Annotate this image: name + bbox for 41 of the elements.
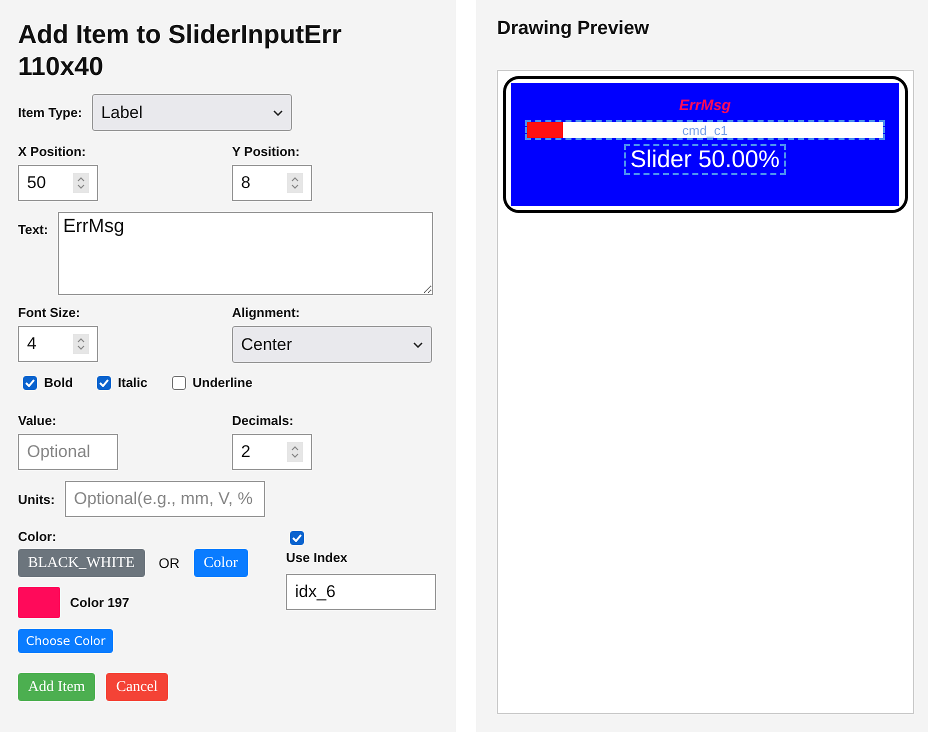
- checkbox-label: Bold: [44, 375, 73, 390]
- field-label: Value:: [18, 413, 56, 428]
- value-display: Slider 50.00%: [624, 144, 786, 175]
- or-text: OR: [158, 555, 180, 571]
- checkbox[interactable]: [172, 376, 186, 390]
- field-label: Decimals:: [232, 413, 294, 428]
- field-label: Alignment:: [232, 305, 300, 320]
- checkbox[interactable]: [96, 376, 111, 390]
- checkbox-label: Use Index: [286, 550, 348, 565]
- units-field[interactable]: Optional(e.g., mm, V, %: [64, 481, 265, 517]
- item-type-select[interactable]: Label: [92, 94, 292, 131]
- value-field[interactable]: Optional: [18, 434, 118, 470]
- text-field[interactable]: ErrMsg: [58, 212, 434, 295]
- field-label: Units:: [18, 492, 55, 506]
- spinner-icon[interactable]: [287, 173, 303, 193]
- color-name: Color 197: [70, 595, 130, 610]
- checkbox-label: Underline: [192, 375, 252, 390]
- color-button[interactable]: Color: [194, 549, 248, 577]
- chevron-down-icon: [273, 110, 284, 116]
- field-label: Item Type:: [18, 105, 82, 120]
- palette-button[interactable]: BLACK_WHITE: [18, 549, 145, 577]
- index-field[interactable]: idx_6: [286, 574, 436, 610]
- use-index-checkbox[interactable]: [290, 531, 304, 545]
- field-label: X Position:: [18, 144, 86, 159]
- field-label: Y Position:: [232, 144, 300, 159]
- spinner-icon[interactable]: [73, 334, 89, 354]
- chevron-down-icon: [413, 342, 423, 348]
- checkbox[interactable]: [23, 376, 37, 390]
- cancel-button[interactable]: Cancel: [106, 673, 168, 701]
- preview-title: Drawing Preview: [497, 18, 650, 40]
- field-label: Color:: [18, 529, 56, 544]
- spinner-icon[interactable]: [73, 173, 89, 193]
- slider-label: cmd_c1: [682, 122, 728, 138]
- spinner-icon[interactable]: [287, 442, 303, 462]
- screen-label: ErrMsg: [679, 97, 731, 114]
- field-label: Font Size:: [18, 305, 80, 320]
- form-title: Add Item to SliderInputErr 110x40: [18, 18, 343, 82]
- checkbox-label: Italic: [118, 375, 148, 390]
- choose-color-button[interactable]: Choose Color: [18, 629, 114, 653]
- alignment-select[interactable]: Center: [232, 326, 432, 363]
- field-label: Text:: [18, 222, 48, 237]
